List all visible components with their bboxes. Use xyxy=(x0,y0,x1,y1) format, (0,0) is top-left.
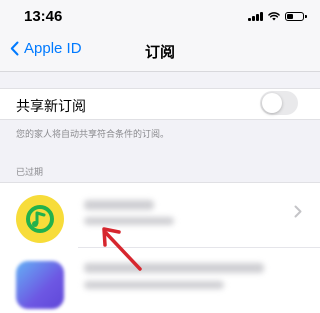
page-title: 订阅 xyxy=(144,44,175,61)
wifi-icon xyxy=(268,12,280,21)
expired-subscription-item[interactable] xyxy=(0,249,320,313)
chevron-right-icon xyxy=(294,205,302,218)
expired-section-header: 已过期 xyxy=(16,167,44,177)
blurred-subscription-detail xyxy=(84,217,174,225)
status-icons xyxy=(248,11,307,21)
nav-bar: Apple ID 订阅 xyxy=(0,30,320,72)
battery-level xyxy=(287,13,294,19)
expired-subscriptions-list xyxy=(0,182,320,313)
share-subscriptions-label: 共享新订阅 xyxy=(16,98,86,114)
share-subscriptions-toggle[interactable] xyxy=(260,91,298,115)
expired-subscription-item[interactable] xyxy=(0,183,320,248)
annotation-arrow-icon xyxy=(102,227,142,271)
blurred-app-name xyxy=(84,200,154,210)
status-time: 13:46 xyxy=(24,8,63,25)
signal-icon xyxy=(248,11,263,21)
battery-icon xyxy=(285,11,307,21)
share-subscriptions-row: 共享新订阅 xyxy=(0,88,320,120)
status-bar: 13:46 xyxy=(0,0,320,30)
toggle-knob xyxy=(262,93,282,113)
qq-music-app-icon xyxy=(16,195,64,243)
blurred-subscription-detail xyxy=(84,281,224,289)
app-icon xyxy=(16,261,64,309)
music-note-icon xyxy=(26,205,54,233)
share-subscriptions-note: 您的家人将自动共享符合条件的订阅。 xyxy=(16,129,170,139)
